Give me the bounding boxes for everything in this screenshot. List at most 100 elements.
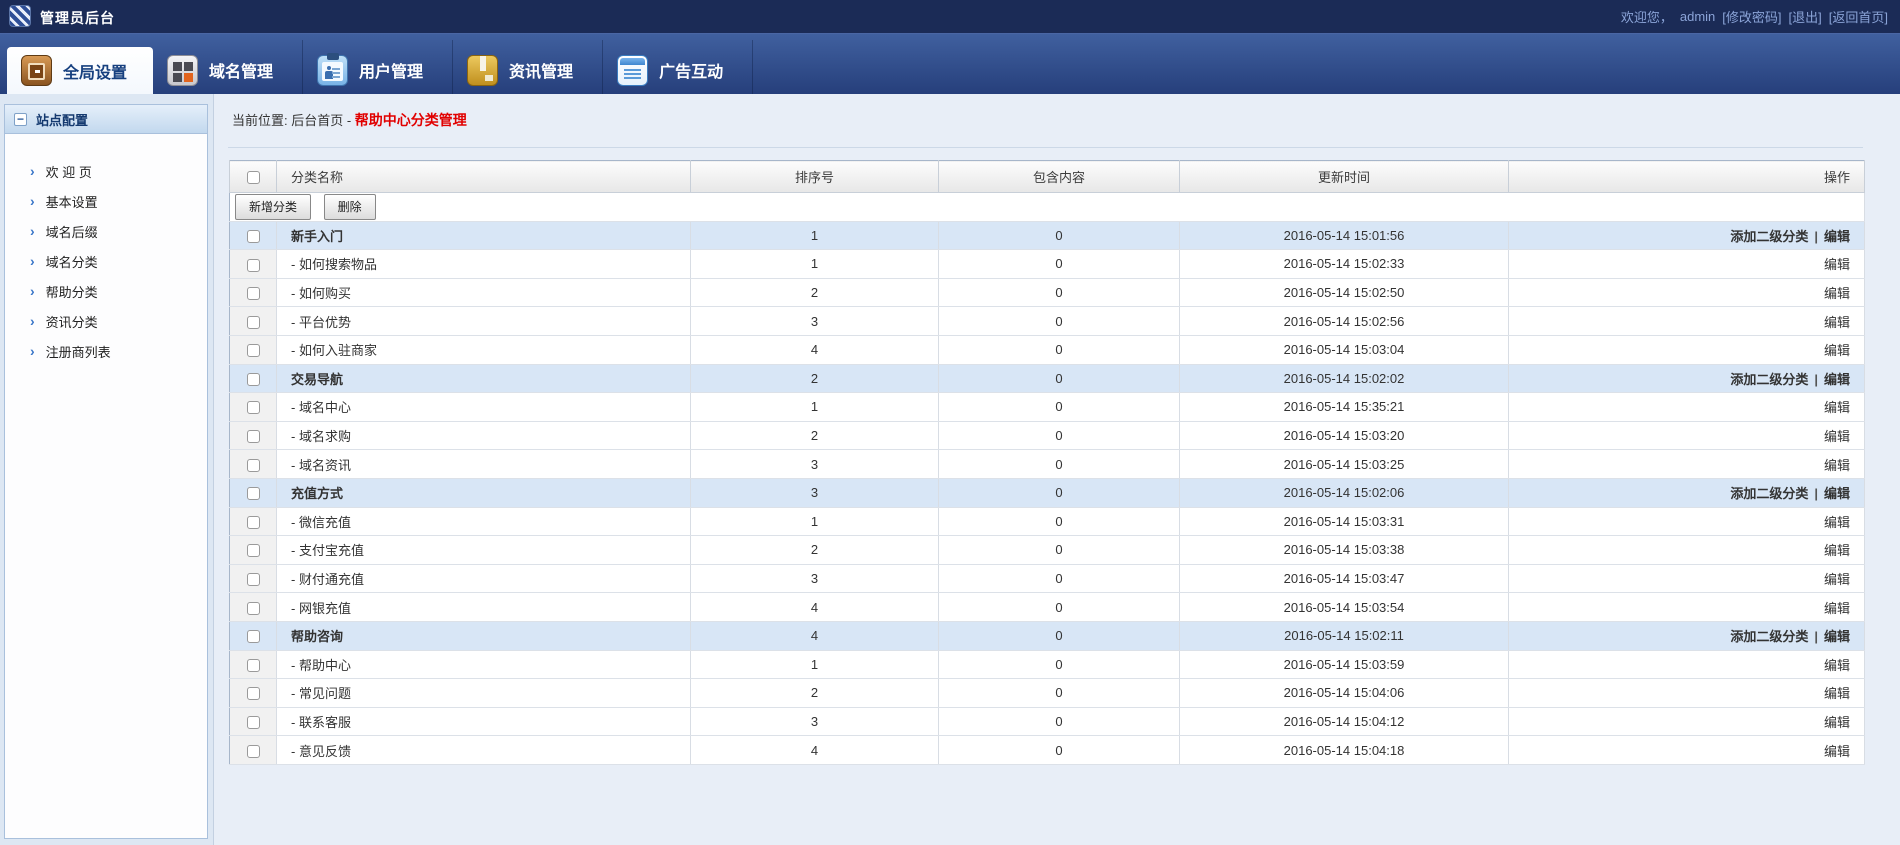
row-checkbox[interactable] bbox=[247, 573, 260, 586]
content-count-cell: 0 bbox=[939, 335, 1180, 364]
row-checkbox[interactable] bbox=[247, 716, 260, 729]
row-checkbox[interactable] bbox=[247, 316, 260, 329]
row-checkbox[interactable] bbox=[247, 459, 260, 472]
row-checkbox[interactable] bbox=[247, 401, 260, 414]
sidebar-item[interactable]: ›帮助分类 bbox=[5, 276, 207, 306]
content-count-cell: 0 bbox=[939, 393, 1180, 422]
ops-separator: | bbox=[1814, 486, 1818, 501]
row-checkbox[interactable] bbox=[247, 544, 260, 557]
row-checkbox[interactable] bbox=[247, 687, 260, 700]
operations-cell: 编辑 bbox=[1509, 536, 1865, 565]
tab-ads-interaction[interactable]: 广告互动 bbox=[603, 46, 753, 94]
add-subcategory-link[interactable]: 添加二级分类 bbox=[1730, 629, 1808, 644]
select-all-checkbox[interactable] bbox=[247, 171, 260, 184]
content-count-cell: 0 bbox=[939, 621, 1180, 650]
edit-link[interactable]: 编辑 bbox=[1824, 286, 1850, 301]
delete-button[interactable]: 删除 bbox=[324, 194, 376, 220]
row-checkbox[interactable] bbox=[247, 630, 260, 643]
sort-number-cell: 1 bbox=[691, 221, 939, 250]
sort-number-cell: 2 bbox=[691, 421, 939, 450]
nav-tabs: 全局设置 域名管理 用户管理 资讯管理 广告互动 bbox=[7, 46, 753, 94]
edit-link[interactable]: 编辑 bbox=[1824, 343, 1850, 358]
sidebar-item[interactable]: ›注册商列表 bbox=[5, 336, 207, 366]
tab-label: 资讯管理 bbox=[509, 58, 573, 82]
edit-link[interactable]: 编辑 bbox=[1824, 744, 1850, 759]
row-checkbox[interactable] bbox=[247, 287, 260, 300]
row-checkbox[interactable] bbox=[247, 259, 260, 272]
update-time-cell: 2016-05-14 15:02:56 bbox=[1180, 307, 1509, 336]
row-checkbox-cell bbox=[230, 707, 277, 736]
sidebar-item[interactable]: ›域名分类 bbox=[5, 246, 207, 276]
sort-number-cell: 2 bbox=[691, 364, 939, 393]
collapse-icon[interactable]: − bbox=[14, 113, 27, 126]
change-password-link[interactable]: [修改密码] bbox=[1722, 7, 1781, 26]
update-time-cell: 2016-05-14 15:03:04 bbox=[1180, 335, 1509, 364]
tab-global-settings[interactable]: 全局设置 bbox=[7, 47, 153, 94]
edit-link[interactable]: 编辑 bbox=[1824, 400, 1850, 415]
content-count-cell: 0 bbox=[939, 650, 1180, 679]
edit-link[interactable]: 编辑 bbox=[1824, 372, 1850, 387]
add-category-button[interactable]: 新增分类 bbox=[235, 194, 311, 220]
row-checkbox[interactable] bbox=[247, 487, 260, 500]
content-count-cell: 0 bbox=[939, 736, 1180, 765]
edit-link[interactable]: 编辑 bbox=[1824, 315, 1850, 330]
back-home-link[interactable]: [返回首页] bbox=[1829, 7, 1888, 26]
sort-number-cell: 1 bbox=[691, 650, 939, 679]
sidebar-item[interactable]: ›基本设置 bbox=[5, 186, 207, 216]
update-time-cell: 2016-05-14 15:04:18 bbox=[1180, 736, 1509, 765]
edit-link[interactable]: 编辑 bbox=[1824, 572, 1850, 587]
row-checkbox-cell bbox=[230, 536, 277, 565]
update-time-cell: 2016-05-14 15:02:33 bbox=[1180, 250, 1509, 279]
row-checkbox[interactable] bbox=[247, 659, 260, 672]
tab-user-management[interactable]: 用户管理 bbox=[303, 46, 453, 94]
edit-link[interactable]: 编辑 bbox=[1824, 458, 1850, 473]
sidebar-item[interactable]: ›资讯分类 bbox=[5, 306, 207, 336]
add-subcategory-link[interactable]: 添加二级分类 bbox=[1730, 372, 1808, 387]
username: admin bbox=[1680, 9, 1715, 24]
row-checkbox[interactable] bbox=[247, 430, 260, 443]
row-checkbox-cell bbox=[230, 450, 277, 479]
logout-link[interactable]: [退出] bbox=[1789, 7, 1822, 26]
edit-link[interactable]: 编辑 bbox=[1824, 429, 1850, 444]
row-checkbox[interactable] bbox=[247, 602, 260, 615]
edit-link[interactable]: 编辑 bbox=[1824, 686, 1850, 701]
row-checkbox[interactable] bbox=[247, 344, 260, 357]
global-settings-icon bbox=[21, 55, 52, 86]
row-checkbox[interactable] bbox=[247, 230, 260, 243]
row-checkbox-cell bbox=[230, 736, 277, 765]
row-checkbox-cell bbox=[230, 250, 277, 279]
edit-link[interactable]: 编辑 bbox=[1824, 486, 1850, 501]
edit-link[interactable]: 编辑 bbox=[1824, 601, 1850, 616]
edit-link[interactable]: 编辑 bbox=[1824, 257, 1850, 272]
tab-domain-management[interactable]: 域名管理 bbox=[153, 46, 303, 94]
edit-link[interactable]: 编辑 bbox=[1824, 515, 1850, 530]
ops-separator: | bbox=[1814, 229, 1818, 244]
breadcrumb: 当前位置: 后台首页 - 帮助中心分类管理 bbox=[232, 110, 467, 130]
tab-news-management[interactable]: 资讯管理 bbox=[453, 46, 603, 94]
edit-link[interactable]: 编辑 bbox=[1824, 229, 1850, 244]
content-count-cell: 0 bbox=[939, 221, 1180, 250]
row-checkbox-cell bbox=[230, 393, 277, 422]
edit-link[interactable]: 编辑 bbox=[1824, 543, 1850, 558]
edit-link[interactable]: 编辑 bbox=[1824, 715, 1850, 730]
table-row: - 意见反馈402016-05-14 15:04:18编辑 bbox=[230, 736, 1865, 765]
content-count-cell: 0 bbox=[939, 364, 1180, 393]
content-count-cell: 0 bbox=[939, 564, 1180, 593]
table-toolbar-row: 新增分类 删除 bbox=[230, 193, 1865, 222]
operations-cell: 添加二级分类|编辑 bbox=[1509, 621, 1865, 650]
edit-link[interactable]: 编辑 bbox=[1824, 629, 1850, 644]
operations-cell: 编辑 bbox=[1509, 250, 1865, 279]
row-checkbox[interactable] bbox=[247, 745, 260, 758]
add-subcategory-link[interactable]: 添加二级分类 bbox=[1730, 229, 1808, 244]
sidebar-section-header[interactable]: − 站点配置 bbox=[5, 105, 207, 134]
edit-link[interactable]: 编辑 bbox=[1824, 658, 1850, 673]
sidebar-item[interactable]: ›欢 迎 页 bbox=[5, 156, 207, 186]
sidebar-item[interactable]: ›域名后缀 bbox=[5, 216, 207, 246]
row-checkbox-cell bbox=[230, 593, 277, 622]
add-subcategory-link[interactable]: 添加二级分类 bbox=[1730, 486, 1808, 501]
row-checkbox[interactable] bbox=[247, 516, 260, 529]
update-time-cell: 2016-05-14 15:03:25 bbox=[1180, 450, 1509, 479]
row-checkbox[interactable] bbox=[247, 373, 260, 386]
table-header-row: 分类名称 排序号 包含内容 更新时间 操作 bbox=[230, 161, 1865, 193]
user-management-icon bbox=[317, 55, 348, 86]
